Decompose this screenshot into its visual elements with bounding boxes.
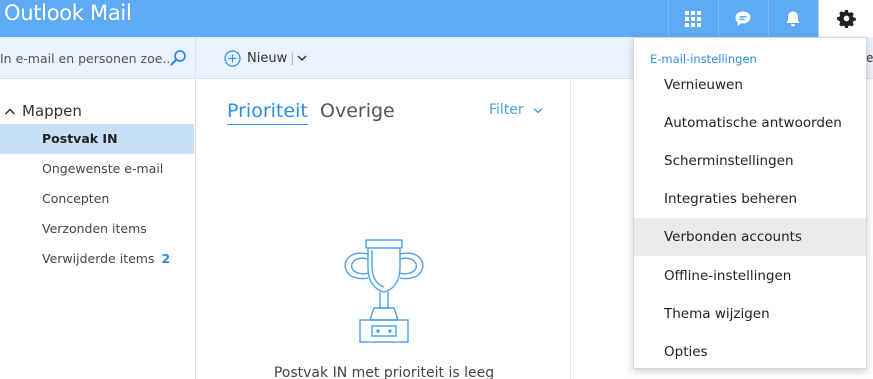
chevron-down-icon[interactable] [297,54,307,62]
toolbar-separator: | [290,51,295,65]
folder-label: Postvak IN [42,131,118,146]
folder-label: Concepten [42,191,110,206]
search-input[interactable] [0,48,170,68]
folder-inbox[interactable]: Postvak IN [0,124,194,154]
folder-label: Verwijderde items [42,251,155,266]
app-launcher-grid-icon [685,10,701,27]
app-title[interactable]: Outlook Mail [4,0,132,30]
filter-button[interactable]: Filter [489,102,543,118]
search-icon[interactable] [170,49,187,66]
bell-icon [786,11,800,26]
chevron-down-icon [533,107,543,114]
folder-junk[interactable]: Ongewenste e-mail [0,154,194,184]
folder-deleted[interactable]: Verwijderde items 2 [0,244,194,274]
plus-circle-icon [224,49,241,67]
menu-item-options[interactable]: Opties [634,333,866,371]
gear-icon [836,9,856,28]
settings-dropdown: E-mail-instellingen Vernieuwen Automatis… [633,37,867,369]
new-message-button[interactable]: Nieuw | [224,48,307,68]
menu-item-display-settings[interactable]: Scherminstellingen [634,142,866,180]
truncated-toolbar-text: e [866,51,873,65]
feedback-button[interactable] [718,0,767,37]
menu-item-manage-integrations[interactable]: Integraties beheren [634,180,866,218]
settings-button[interactable] [818,0,873,37]
folder-pane: Mappen Postvak IN Ongewenste e-mail Conc… [0,80,196,379]
menu-item-automatic-replies[interactable]: Automatische antwoorden [634,104,866,142]
top-bar: Outlook Mail [0,0,873,37]
chevron-up-icon [4,107,16,115]
menu-item-connected-accounts[interactable]: Verbonden accounts [634,218,866,256]
settings-header: E-mail-instellingen [650,52,757,66]
empty-state-text: Postvak IN met prioriteit is leeg [273,365,495,379]
new-message-label: Nieuw [247,50,288,66]
folder-drafts[interactable]: Concepten [0,184,194,214]
folder-label: Ongewenste e-mail [42,161,164,176]
folders-label: Mappen [22,102,82,120]
chat-bubble-icon [735,11,751,26]
folder-sent[interactable]: Verzonden items [0,214,194,244]
message-list: Prioriteit Overige Filter Postvak IN met… [197,80,571,379]
outlook-app: Outlook Mail In e-mail en personen zoe..… [0,0,873,379]
unread-count-badge: 2 [161,251,171,266]
tab-focused[interactable]: Prioriteit [227,100,308,125]
filter-label: Filter [489,102,524,118]
app-launcher-button[interactable] [668,0,717,37]
search-box [0,37,196,79]
trophy-icon [344,239,424,343]
tab-other[interactable]: Overige [320,100,395,122]
menu-item-change-theme[interactable]: Thema wijzigen [634,295,866,333]
menu-item-offline-settings[interactable]: Offline-instellingen [634,257,866,295]
notifications-button[interactable] [768,0,817,37]
folder-label: Verzonden items [42,221,147,236]
folders-header[interactable]: Mappen [0,102,82,120]
menu-item-refresh[interactable]: Vernieuwen [634,66,866,104]
